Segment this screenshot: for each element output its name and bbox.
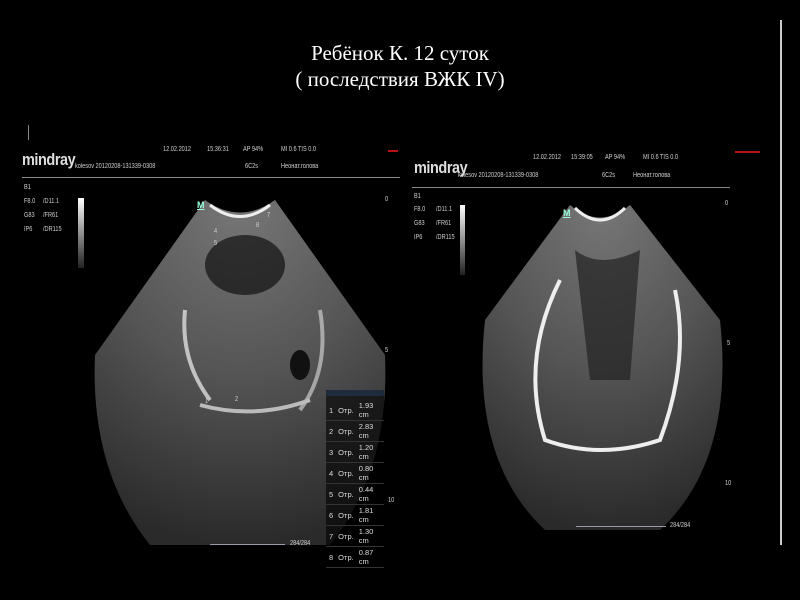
right-ap: AP 94% [605,154,626,161]
left-param: IP6 [24,226,33,233]
caliper-label: 2 [235,396,239,403]
caliper-label: 1 [205,398,209,405]
left-depth-label: 5 [385,347,389,354]
left-param: B1 [24,184,31,191]
measurement-table: 1 Отр. 1.93 cm 2 Отр. 2.83 cm 3 Отр. 1.20 cm 4… [326,390,384,568]
measurement-row: 6 Отр. 1.81 cm [326,505,384,526]
right-scale-label: 284/284 [670,522,691,529]
left-param: F8.0 [24,198,36,205]
left-param: G83 [24,212,35,219]
right-depth-label: 0 [725,200,729,207]
right-param: B1 [414,193,421,200]
right-patient-id: kolesov 20120208-131339-0308 [458,172,539,179]
left-probe: 6C2s [245,163,259,170]
right-param: /D11.1 [436,206,453,213]
right-date: 12.02.2012 [533,154,562,161]
left-panel-edge [28,125,29,140]
right-orientation-marker: M [563,208,571,218]
right-depth-label: 10 [725,480,732,487]
left-preset: Неонат.голова [281,163,319,170]
right-grayscale-bar [460,205,465,275]
left-header-divider [22,177,400,178]
right-param: /FR61 [436,220,452,227]
right-header-divider [412,187,730,188]
caliper-label: 7 [267,212,271,219]
right-ultrasound-fan [482,205,723,530]
left-param: /FR61 [43,212,59,219]
right-mi: MI 0.6 TIS 0.0 [643,154,679,161]
left-scale-line [210,544,285,545]
left-param: /D11.1 [43,198,60,205]
right-param: F8.0 [414,206,426,213]
left-red-mark [388,150,398,152]
left-ap: AP 94% [243,146,264,153]
left-depth-label: 0 [385,196,389,203]
measurement-header-bar [326,390,384,396]
measurement-row: 4 Отр. 0.80 cm [326,463,384,484]
left-mi: MI 0.6 TIS 0.0 [281,146,317,153]
right-probe: 6C2s [602,172,616,179]
left-patient-id: kolesov 20120208-131339-0308 [75,163,156,170]
caliper-label: 4 [214,228,218,235]
left-logo: mindray [22,150,76,169]
caliper-label: 8 [256,222,260,229]
right-scale-line [576,526,666,527]
right-depth-label: 5 [727,340,731,347]
right-panel-border [780,20,782,545]
right-time: 15:39:05 [571,154,593,161]
measurement-row: 5 Отр. 0.44 cm [326,484,384,505]
right-param: IP6 [414,234,423,241]
measurement-row: 1 Отр. 1.93 cm [326,400,384,421]
left-date: 12.02.2012 [163,146,192,153]
left-time: 15:36:31 [207,146,229,153]
left-depth-label: 10 [388,497,395,504]
right-param: G83 [414,220,425,227]
measurement-row: 3 Отр. 1.20 cm [326,442,384,463]
right-param: /DR115 [436,234,455,241]
measurement-row: 8 Отр. 0.87 cm [326,547,384,568]
left-grayscale-bar [78,198,84,268]
left-scale-label: 284/284 [290,540,311,547]
measurement-row: 2 Отр. 2.83 cm [326,421,384,442]
ultrasound-images [94,200,723,545]
right-red-mark [735,151,760,153]
left-orientation-marker: M [197,200,205,210]
caliper-label: 5 [214,240,218,247]
measurement-row: 7 Отр. 1.30 cm [326,526,384,547]
right-preset: Неонат.голова [633,172,671,179]
left-param: /DR115 [43,226,62,233]
